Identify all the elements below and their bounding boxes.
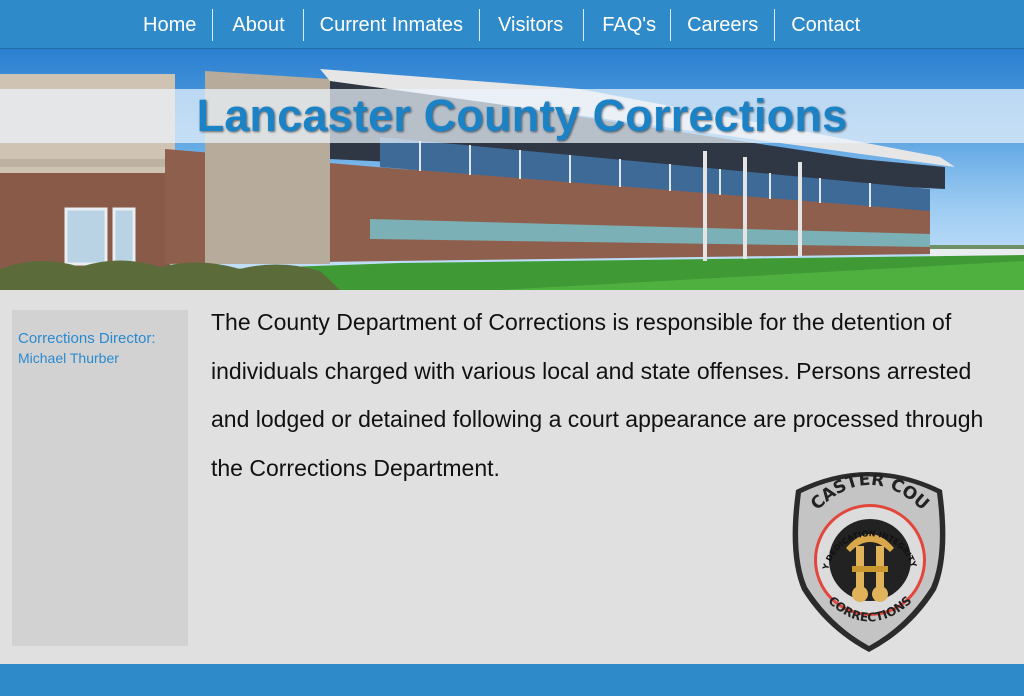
nav-item-current-inmates[interactable]: Current Inmates [302,9,479,41]
corrections-seal-icon: LANCASTER COUNTY SECURITY DEDICATION INT… [786,460,946,652]
nav-item-about[interactable]: About [212,9,302,41]
footer-bar [0,664,1024,696]
nav-item-faqs[interactable]: FAQ's [583,9,670,41]
entry-window [64,207,108,266]
top-nav: Home About Current Inmates Visitors FAQ'… [0,0,1024,49]
nav-item-careers[interactable]: Careers [670,9,774,41]
site-title: Lancaster County Corrections [196,90,848,141]
hero-banner: Lancaster County Corrections [0,49,1024,290]
director-name[interactable]: Michael Thurber [18,350,119,366]
nav-item-home[interactable]: Home [127,9,212,41]
building-photo [0,69,1024,290]
sidebar: Corrections Director: Michael Thurber [12,310,188,646]
nav-menu: Home About Current Inmates Visitors FAQ'… [127,9,876,41]
nav-item-contact[interactable]: Contact [774,9,876,41]
nav-item-visitors[interactable]: Visitors [479,9,583,41]
director-label: Corrections Director: [18,330,156,347]
shrubs [0,260,340,290]
